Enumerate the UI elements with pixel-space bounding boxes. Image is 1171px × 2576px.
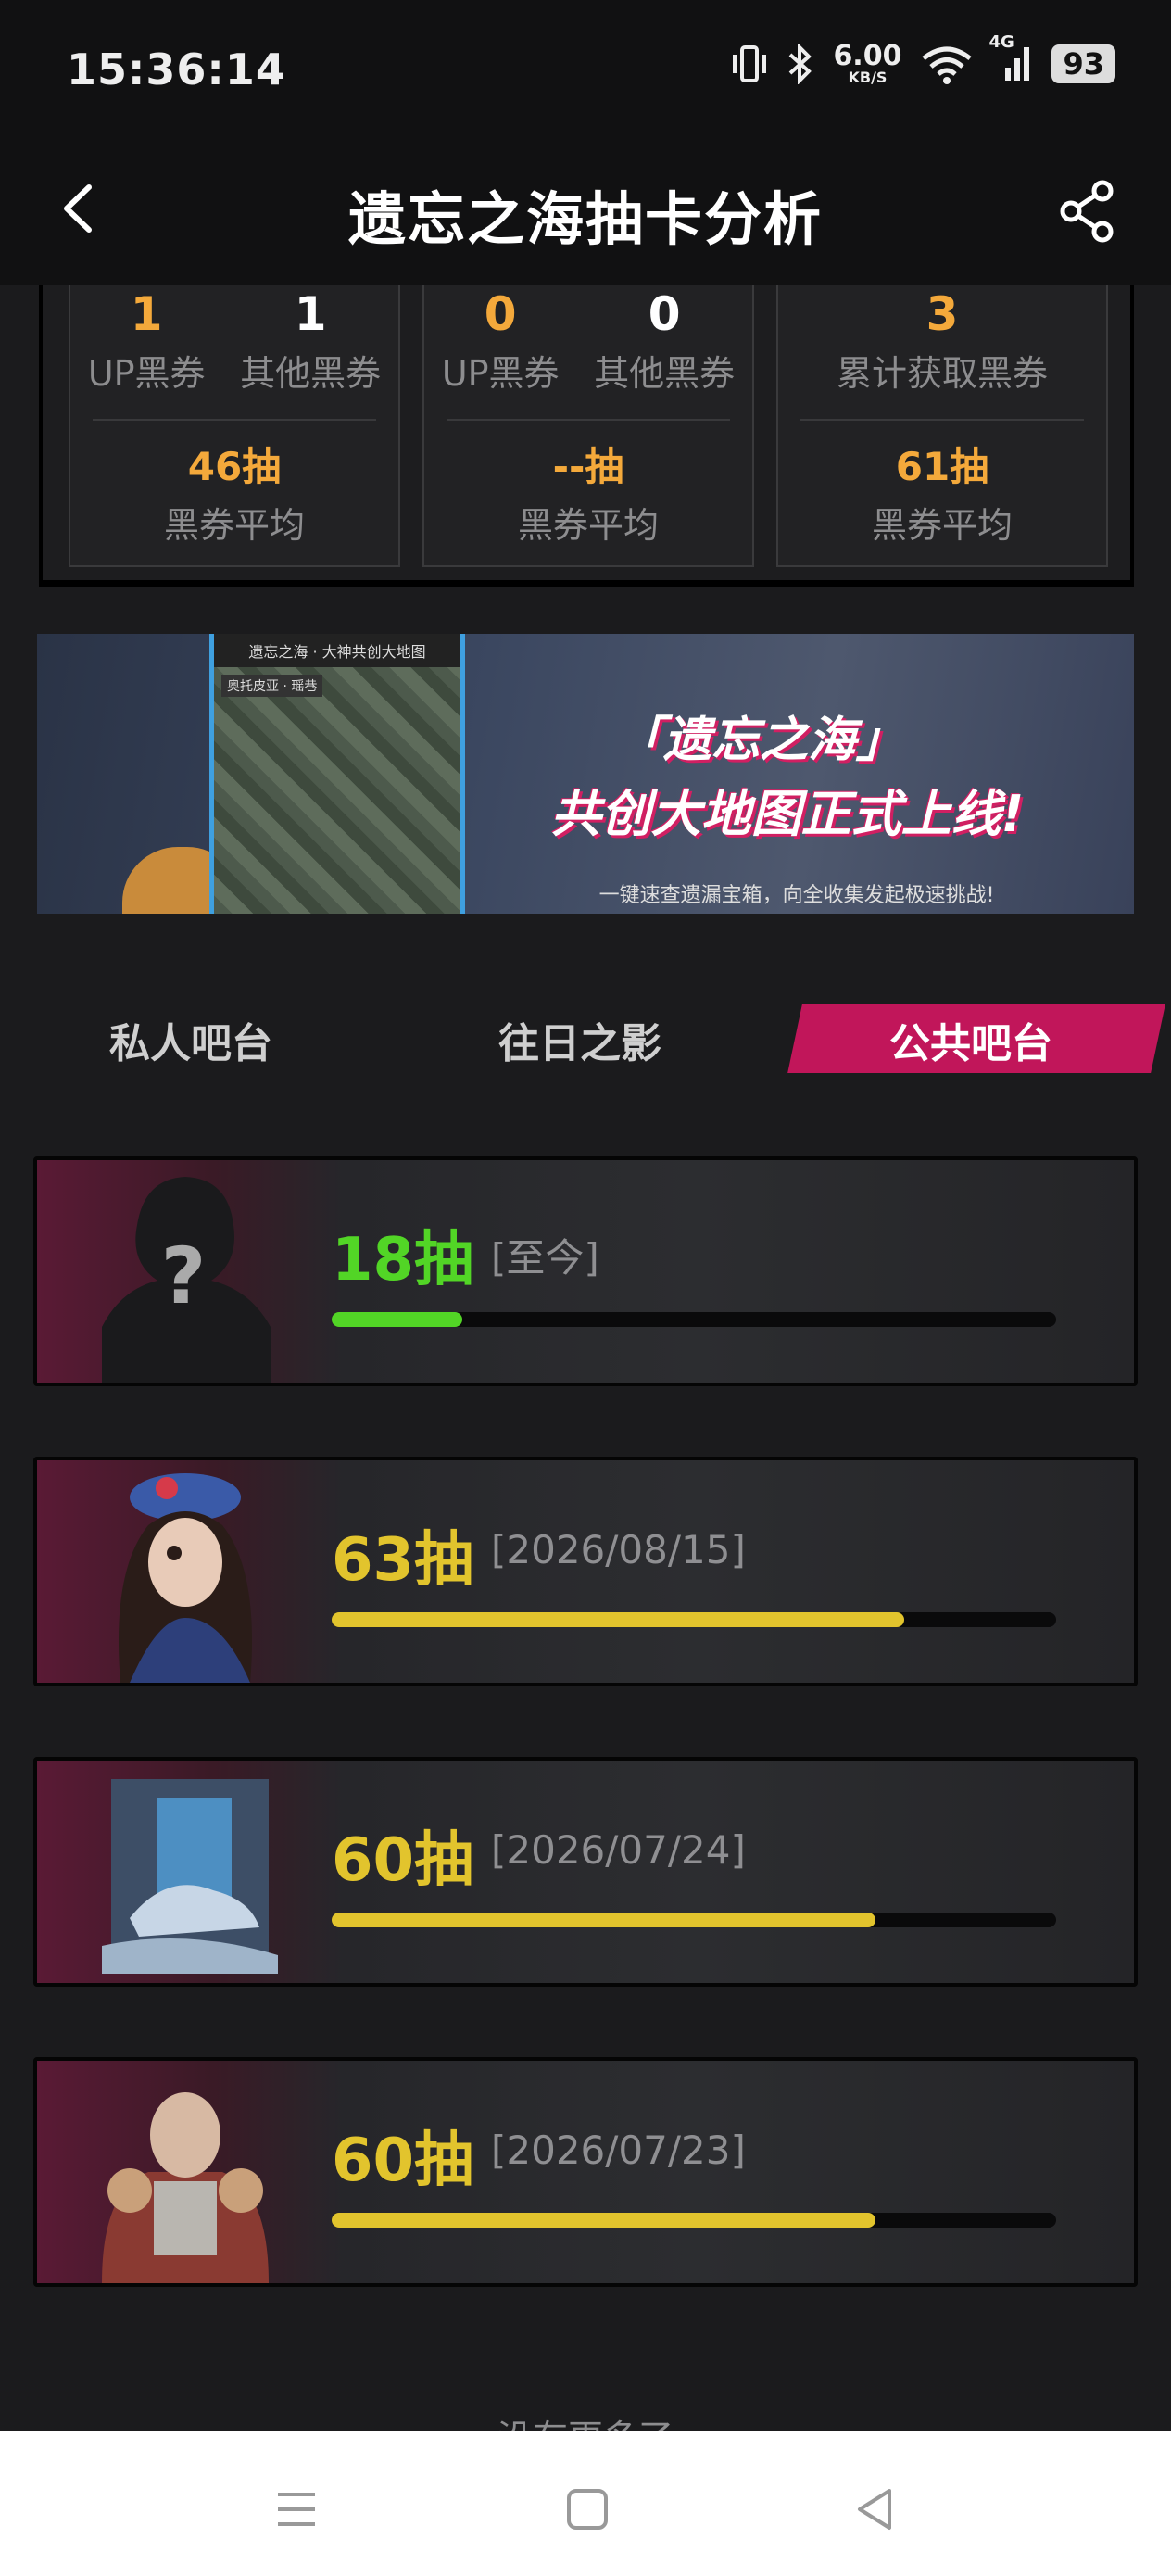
stat-avg-value: --抽 (552, 444, 624, 489)
progress-fill (332, 1312, 462, 1327)
stat-avg-label: 黑券平均 (517, 505, 659, 546)
progress-fill (332, 2213, 875, 2228)
banner-map-sub: 奥托皮亚 · 瑶巷 (221, 675, 323, 697)
progress-track (332, 2213, 1056, 2228)
stat-up-ticket: 0 UP黑券 (442, 285, 560, 406)
status-time: 15:36:14 (67, 44, 286, 95)
stat-value: 0 (648, 287, 681, 341)
pull-record[interactable]: 60抽 [2026/07/24] (33, 1757, 1138, 1987)
pull-date: [2026/07/23] (491, 2128, 746, 2173)
stat-label: 其他黑券 (240, 353, 382, 394)
divider (93, 419, 376, 421)
mystery-silhouette-icon: ? (102, 1177, 271, 1383)
vibrate-icon (733, 45, 767, 82)
stats-panel: 1 UP黑券 1 其他黑券 46抽 黑券平均 0 UP黑券 0 其他黑券 --抽… (39, 285, 1134, 587)
tab-past-shadow[interactable]: 往日之影 (498, 1010, 661, 1069)
pull-count: 18抽 (332, 1226, 474, 1294)
svg-text:?: ? (161, 1231, 207, 1321)
stat-value: 3 (925, 287, 959, 341)
promo-banner[interactable]: 遗忘之海 · 大神共创大地图 奥托皮亚 · 瑶巷 「遗忘之海」 共创大地图正式上… (37, 634, 1134, 914)
battery-indicator: 93 (1051, 44, 1115, 83)
stat-other-ticket: 0 其他黑券 (594, 285, 735, 406)
status-bar: 15:36:14 6.00 KB/S 4G 93 (0, 0, 1171, 139)
progress-track (332, 1312, 1056, 1327)
home-icon[interactable] (560, 2481, 615, 2537)
menu-icon[interactable] (269, 2481, 324, 2537)
back-triangle-icon[interactable] (849, 2481, 904, 2537)
stat-value: 0 (484, 287, 517, 341)
net-speed: 6.00 KB/S (833, 43, 901, 85)
stat-avg-label: 黑券平均 (871, 505, 1013, 546)
page-title: 遗忘之海抽卡分析 (347, 185, 823, 253)
banner-title-top: 「遗忘之海」 (614, 713, 904, 768)
net-speed-value: 6.00 (833, 40, 902, 72)
tab-bar: 私人吧台 往日之影 公共吧台 (0, 991, 1171, 1084)
character-armored-icon (102, 2092, 269, 2283)
banner-title-main: 共创大地图正式上线! (550, 785, 1025, 843)
stat-value: 1 (130, 287, 163, 341)
divider (447, 419, 730, 421)
pull-date: [2026/07/24] (491, 1827, 746, 1873)
wifi-icon (922, 46, 973, 84)
stat-avg-value: 46抽 (187, 444, 282, 489)
pull-count: 60抽 (332, 2127, 474, 2195)
app-header: 遗忘之海抽卡分析 (0, 139, 1171, 285)
pull-record[interactable]: ? 18抽 [至今] (33, 1156, 1138, 1386)
stat-up-ticket: 1 UP黑券 (88, 285, 206, 406)
stat-avg-value: 61抽 (895, 444, 989, 489)
pull-date: [2026/08/15] (491, 1527, 746, 1572)
stat-label: 累计获取黑券 (836, 353, 1048, 394)
character-doll-icon (119, 1473, 252, 1683)
bluetooth-icon (789, 44, 812, 84)
system-nav-bar (0, 2431, 1171, 2576)
stat-avg-label: 黑券平均 (163, 505, 305, 546)
tab-private-bar[interactable]: 私人吧台 (109, 1010, 272, 1069)
stat-card-private: 1 UP黑券 1 其他黑券 46抽 黑券平均 (69, 285, 400, 567)
progress-track (332, 1612, 1056, 1627)
stat-label: UP黑券 (87, 353, 206, 394)
share-icon[interactable] (1051, 174, 1125, 248)
banner-map-title: 遗忘之海 · 大神共创大地图 (214, 634, 460, 667)
stat-other-ticket: 1 其他黑券 (240, 285, 381, 406)
progress-fill (332, 1913, 875, 1927)
cell-signal: 4G (988, 32, 1033, 84)
stat-value: 1 (294, 287, 327, 341)
status-icons: 6.00 KB/S 4G 93 (731, 32, 1115, 85)
banner-map-preview: 遗忘之海 · 大神共创大地图 奥托皮亚 · 瑶巷 (209, 634, 465, 914)
pull-date: [至今] (491, 1235, 599, 1281)
pull-count: 60抽 (332, 1826, 474, 1895)
tab-public-bar[interactable]: 公共吧台 (889, 1010, 1052, 1069)
net-speed-unit: KB/S (848, 69, 888, 86)
pull-record[interactable]: 63抽 [2026/08/15] (33, 1457, 1138, 1686)
banner-caption: 一键速查遗漏宝箱，向全收集发起极速挑战! (598, 884, 995, 907)
progress-track (332, 1913, 1056, 1927)
network-type: 4G (988, 32, 1014, 52)
stat-label: 其他黑券 (594, 353, 736, 394)
item-glass-slipper-icon (102, 1779, 278, 1974)
stat-card-past: 0 UP黑券 0 其他黑券 --抽 黑券平均 (422, 285, 754, 567)
stat-total-ticket: 3 累计获取黑券 (837, 285, 1048, 406)
divider (800, 419, 1084, 421)
stat-card-public: 3 累计获取黑券 61抽 黑券平均 (776, 285, 1108, 567)
pull-count: 63抽 (332, 1526, 474, 1595)
progress-fill (332, 1612, 904, 1627)
stat-label: UP黑券 (441, 353, 560, 394)
pull-record[interactable]: 60抽 [2026/07/23] (33, 2057, 1138, 2287)
